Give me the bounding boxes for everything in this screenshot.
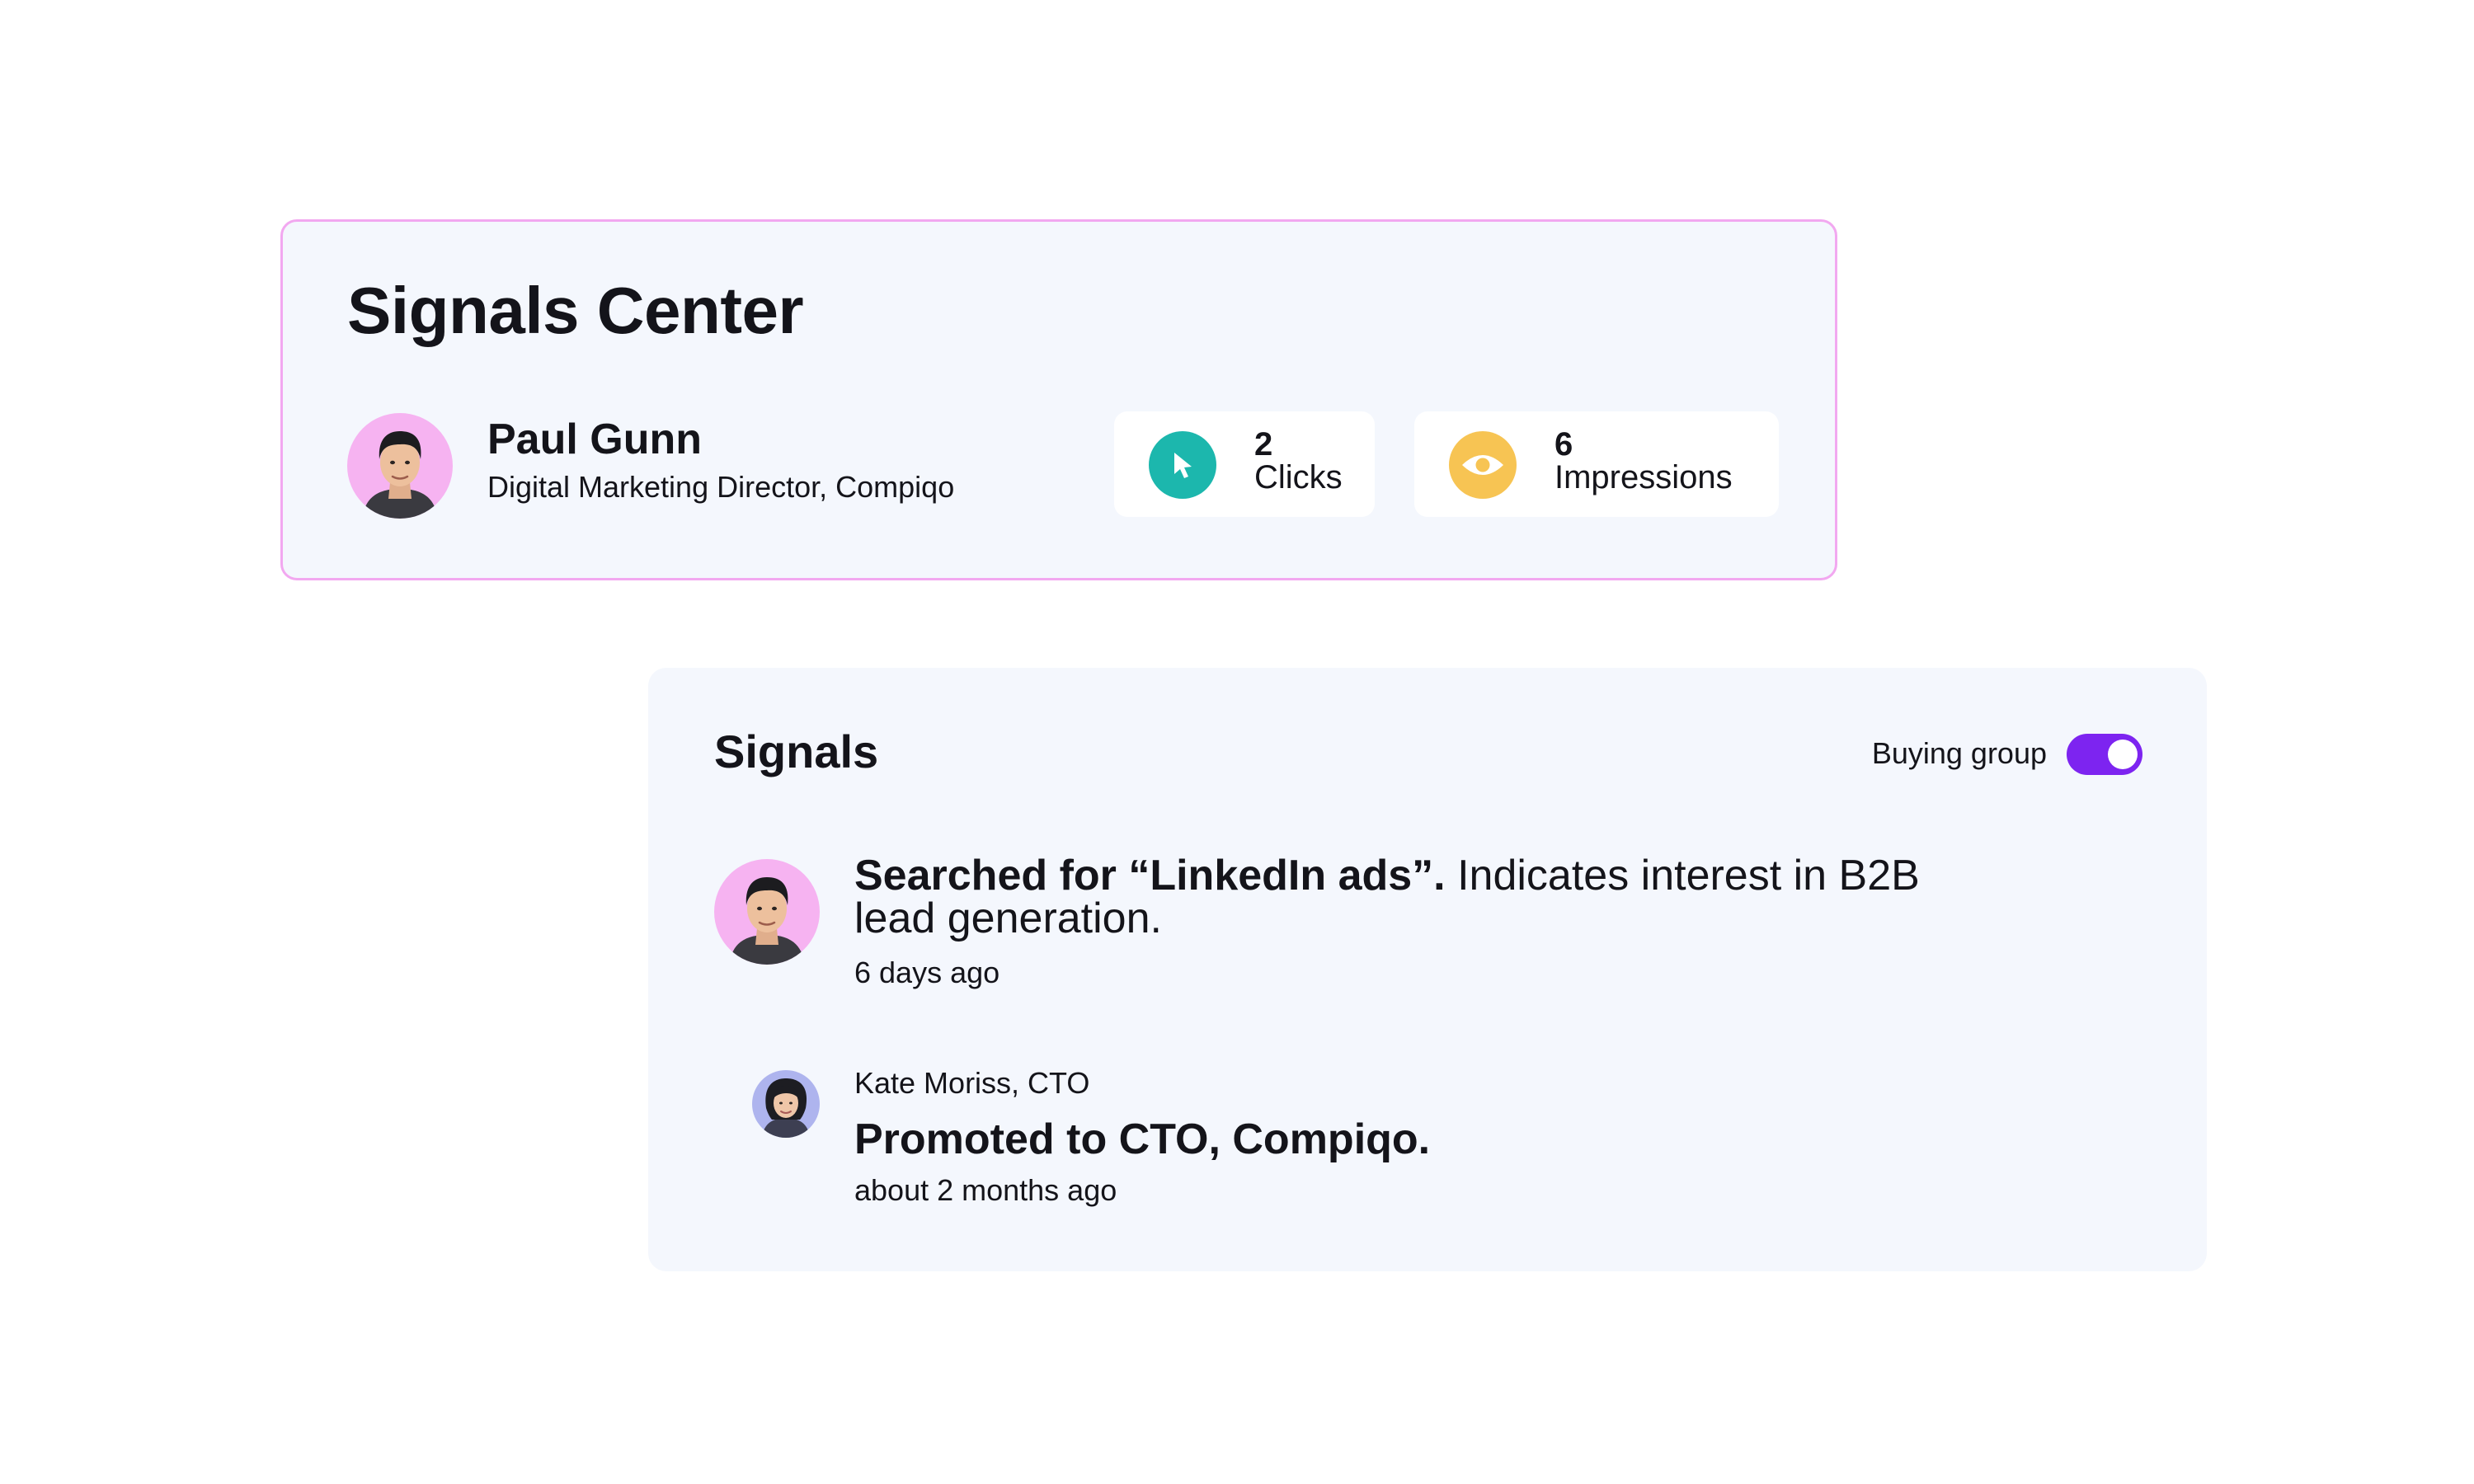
stat-clicks[interactable]: 2 Clicks <box>1114 411 1375 517</box>
signal-time: 6 days ago <box>854 956 1000 989</box>
toggle-knob <box>2108 740 2138 769</box>
stat-label: Clicks <box>1254 459 1343 495</box>
person-avatar-icon <box>762 1078 810 1138</box>
profile-name: Paul Gunn <box>487 416 702 463</box>
signal-time: about 2 months ago <box>854 1173 1117 1207</box>
signal-person: Kate Moriss, CTO <box>854 1066 1090 1100</box>
buying-group-label: Buying group <box>1871 736 2047 770</box>
eye-icon <box>1449 431 1517 499</box>
signal-highlight: Searched for “LinkedIn ads”. <box>854 852 1446 899</box>
section-title: Signals <box>714 726 879 777</box>
person-avatar-icon <box>729 877 805 965</box>
signal-text: Searched for “LinkedIn ads”. Indicates i… <box>854 854 1926 940</box>
avatar[interactable] <box>752 1070 820 1138</box>
stat-value: 2 <box>1254 426 1273 463</box>
stat-value: 6 <box>1554 426 1573 463</box>
cursor-icon <box>1149 431 1216 499</box>
avatar[interactable] <box>347 413 453 519</box>
avatar[interactable] <box>714 859 820 965</box>
signals-card: Signals Buying group Searched for “Linke… <box>648 668 2207 1271</box>
profile-role: Digital Marketing Director, Compiqo <box>487 470 955 504</box>
page-title: Signals Center <box>347 274 804 347</box>
stat-label: Impressions <box>1554 459 1733 495</box>
signal-text: Promoted to CTO, Compiqo. <box>854 1115 1431 1163</box>
stat-impressions[interactable]: 6 Impressions <box>1414 411 1779 517</box>
person-avatar-icon <box>362 431 438 519</box>
signals-center-card: Signals Center Paul Gunn Digital Marketi… <box>280 219 1837 580</box>
buying-group-toggle[interactable] <box>2067 734 2142 775</box>
